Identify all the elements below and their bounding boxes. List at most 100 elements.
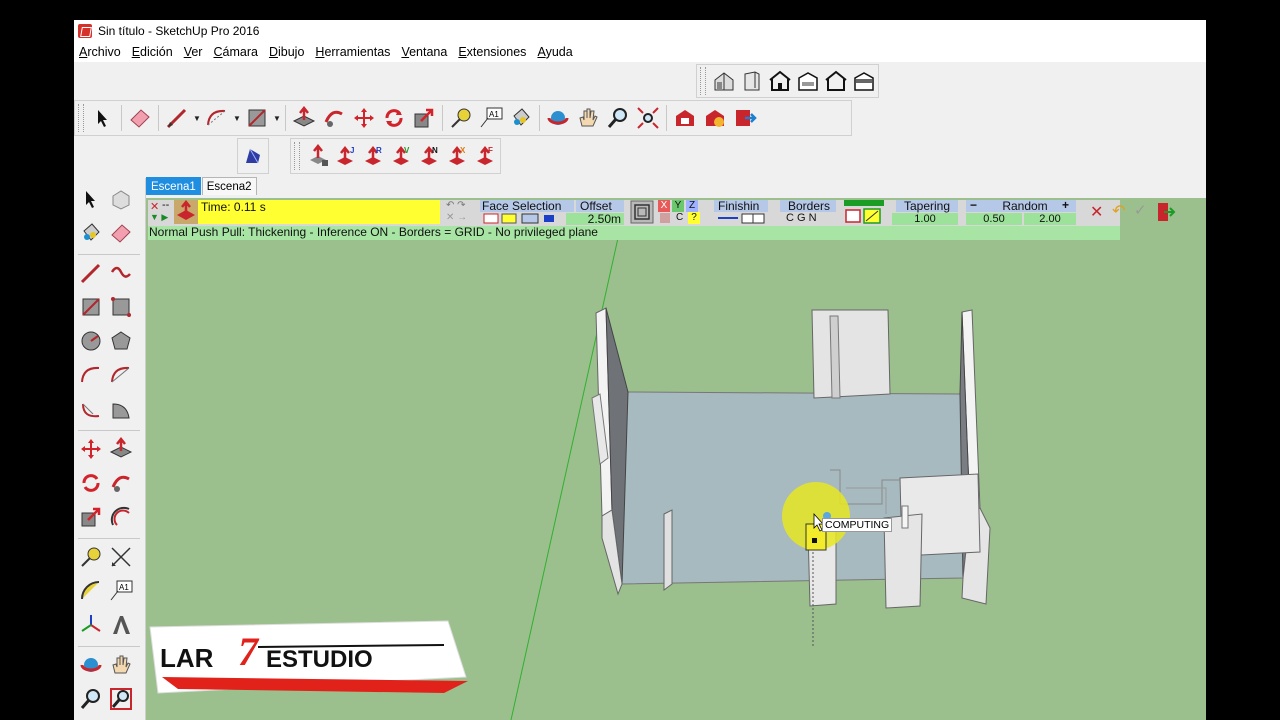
toolbar-grip[interactable] xyxy=(700,67,706,95)
pan-hand-icon[interactable] xyxy=(106,650,136,680)
orbit-icon[interactable] xyxy=(543,103,573,133)
move-icon[interactable] xyxy=(349,103,379,133)
menu-dibujo[interactable]: Dibujo xyxy=(269,45,304,59)
menu-herramientas[interactable]: Herramientas xyxy=(315,45,390,59)
menu-edicion[interactable]: Edición xyxy=(132,45,173,59)
play-icon[interactable]: ▼ ▶ xyxy=(150,212,168,223)
rectangle-icon[interactable] xyxy=(242,103,272,133)
front-view-icon[interactable] xyxy=(766,66,794,96)
eraser-icon[interactable] xyxy=(106,218,136,248)
menu-camara[interactable]: Cámara xyxy=(213,45,257,59)
axis-custom-toggle[interactable]: C xyxy=(676,212,683,223)
menu-ayuda[interactable]: Ayuda xyxy=(537,45,572,59)
arc-icon[interactable] xyxy=(202,103,232,133)
select-arrow-icon[interactable] xyxy=(88,103,118,133)
arc-icon[interactable] xyxy=(76,360,106,390)
random-max-value[interactable]: 2.00 xyxy=(1024,213,1076,225)
pan-hand-icon[interactable] xyxy=(573,103,603,133)
borders-options[interactable]: C G N xyxy=(786,212,817,224)
rotate-icon[interactable] xyxy=(379,103,409,133)
cancel-x-icon[interactable]: ✕ xyxy=(1090,202,1103,222)
pushpull-extrude-icon[interactable]: X xyxy=(444,141,472,171)
exit-icon[interactable] xyxy=(1156,201,1176,223)
axis-query-toggle[interactable]: ? xyxy=(688,212,700,224)
share-model-icon[interactable] xyxy=(700,103,730,133)
freehand-icon[interactable] xyxy=(106,258,136,288)
top-view-icon[interactable] xyxy=(738,66,766,96)
cancel-icon[interactable]: ✕ → xyxy=(446,212,467,223)
menu-ver[interactable]: Ver xyxy=(184,45,203,59)
pushpull-classic-icon[interactable] xyxy=(304,141,332,171)
protractor-icon[interactable] xyxy=(76,576,106,606)
pushpull-mode-icon[interactable] xyxy=(174,199,198,224)
finishing-icons[interactable] xyxy=(716,213,768,227)
tab-escena2[interactable]: Escena2 xyxy=(201,177,257,195)
dimension-icon[interactable] xyxy=(106,542,136,572)
section-plane-icon[interactable] xyxy=(238,141,268,171)
right-view-icon[interactable] xyxy=(794,66,822,96)
text-tool-icon[interactable]: A1 xyxy=(476,103,506,133)
zoom-icon[interactable] xyxy=(76,684,106,714)
toolbar-grip[interactable] xyxy=(294,142,300,170)
zoom-extents-icon[interactable] xyxy=(633,103,663,133)
tab-escena1[interactable]: Escena1 xyxy=(146,177,201,195)
polygon-icon[interactable] xyxy=(106,326,136,356)
undo-redo-icon[interactable]: ↶ ↷ xyxy=(446,200,466,211)
move-icon[interactable] xyxy=(76,434,106,464)
random-min-value[interactable]: 0.50 xyxy=(966,213,1022,225)
pushpull-normal-icon[interactable]: N xyxy=(416,141,444,171)
validate-check-icon[interactable]: ✓ xyxy=(1134,201,1147,219)
collapse-icon[interactable]: -- xyxy=(162,199,169,211)
left-view-icon[interactable] xyxy=(850,66,878,96)
two-point-arc-icon[interactable] xyxy=(106,360,136,390)
paint-bucket-icon[interactable] xyxy=(76,218,106,248)
chevron-down-icon[interactable]: ▼ xyxy=(272,114,282,123)
iso-view-icon[interactable] xyxy=(710,66,738,96)
scale-icon[interactable] xyxy=(76,502,106,532)
scale-icon[interactable] xyxy=(409,103,439,133)
axis-x-toggle[interactable]: X xyxy=(658,200,670,212)
push-pull-icon[interactable] xyxy=(106,434,136,464)
thickening-icon[interactable] xyxy=(630,200,654,224)
menu-ventana[interactable]: Ventana xyxy=(401,45,447,59)
random-minus-button[interactable]: − xyxy=(970,198,977,212)
offset-value[interactable]: 2.50m xyxy=(566,213,624,225)
tapering-value[interactable]: 1.00 xyxy=(892,213,958,225)
chevron-down-icon[interactable]: ▼ xyxy=(232,114,242,123)
3d-text-icon[interactable] xyxy=(106,610,136,640)
axes-icon[interactable] xyxy=(76,610,106,640)
zoom-window-icon[interactable] xyxy=(106,684,136,714)
rectangle-icon[interactable] xyxy=(76,292,106,322)
eraser-icon[interactable] xyxy=(125,103,155,133)
borders-mode-icons[interactable] xyxy=(844,207,884,227)
rotate-icon[interactable] xyxy=(76,468,106,498)
pushpull-joint-icon[interactable]: J xyxy=(332,141,360,171)
rotated-rectangle-icon[interactable] xyxy=(106,292,136,322)
offset-icon[interactable] xyxy=(106,502,136,532)
make-component-icon[interactable] xyxy=(106,184,136,214)
circle-icon[interactable] xyxy=(76,326,106,356)
extension-warehouse-icon[interactable] xyxy=(730,103,760,133)
back-view-icon[interactable] xyxy=(822,66,850,96)
select-arrow-icon[interactable] xyxy=(76,184,106,214)
chevron-down-icon[interactable]: ▼ xyxy=(192,114,202,123)
pushpull-vector-icon[interactable]: V xyxy=(388,141,416,171)
warehouse-icon[interactable] xyxy=(670,103,700,133)
pushpull-follow-icon[interactable]: F xyxy=(472,141,500,171)
paint-bucket-icon[interactable] xyxy=(506,103,536,133)
pencil-line-icon[interactable] xyxy=(162,103,192,133)
menu-extensiones[interactable]: Extensiones xyxy=(458,45,526,59)
zoom-icon[interactable] xyxy=(603,103,633,133)
undo-arrow-icon[interactable]: ↶ xyxy=(1112,201,1125,221)
orbit-icon[interactable] xyxy=(76,650,106,680)
text-tool-icon[interactable]: A1 xyxy=(106,576,136,606)
menu-archivo[interactable]: Archivo xyxy=(79,45,121,59)
follow-me-icon[interactable] xyxy=(319,103,349,133)
push-pull-icon[interactable] xyxy=(289,103,319,133)
axis-lock-icon[interactable] xyxy=(660,213,670,223)
toolbar-grip[interactable] xyxy=(78,104,84,132)
tape-measure-icon[interactable] xyxy=(446,103,476,133)
axis-z-toggle[interactable]: Z xyxy=(686,200,698,212)
tape-measure-icon[interactable] xyxy=(76,542,106,572)
pie-icon[interactable] xyxy=(106,394,136,424)
